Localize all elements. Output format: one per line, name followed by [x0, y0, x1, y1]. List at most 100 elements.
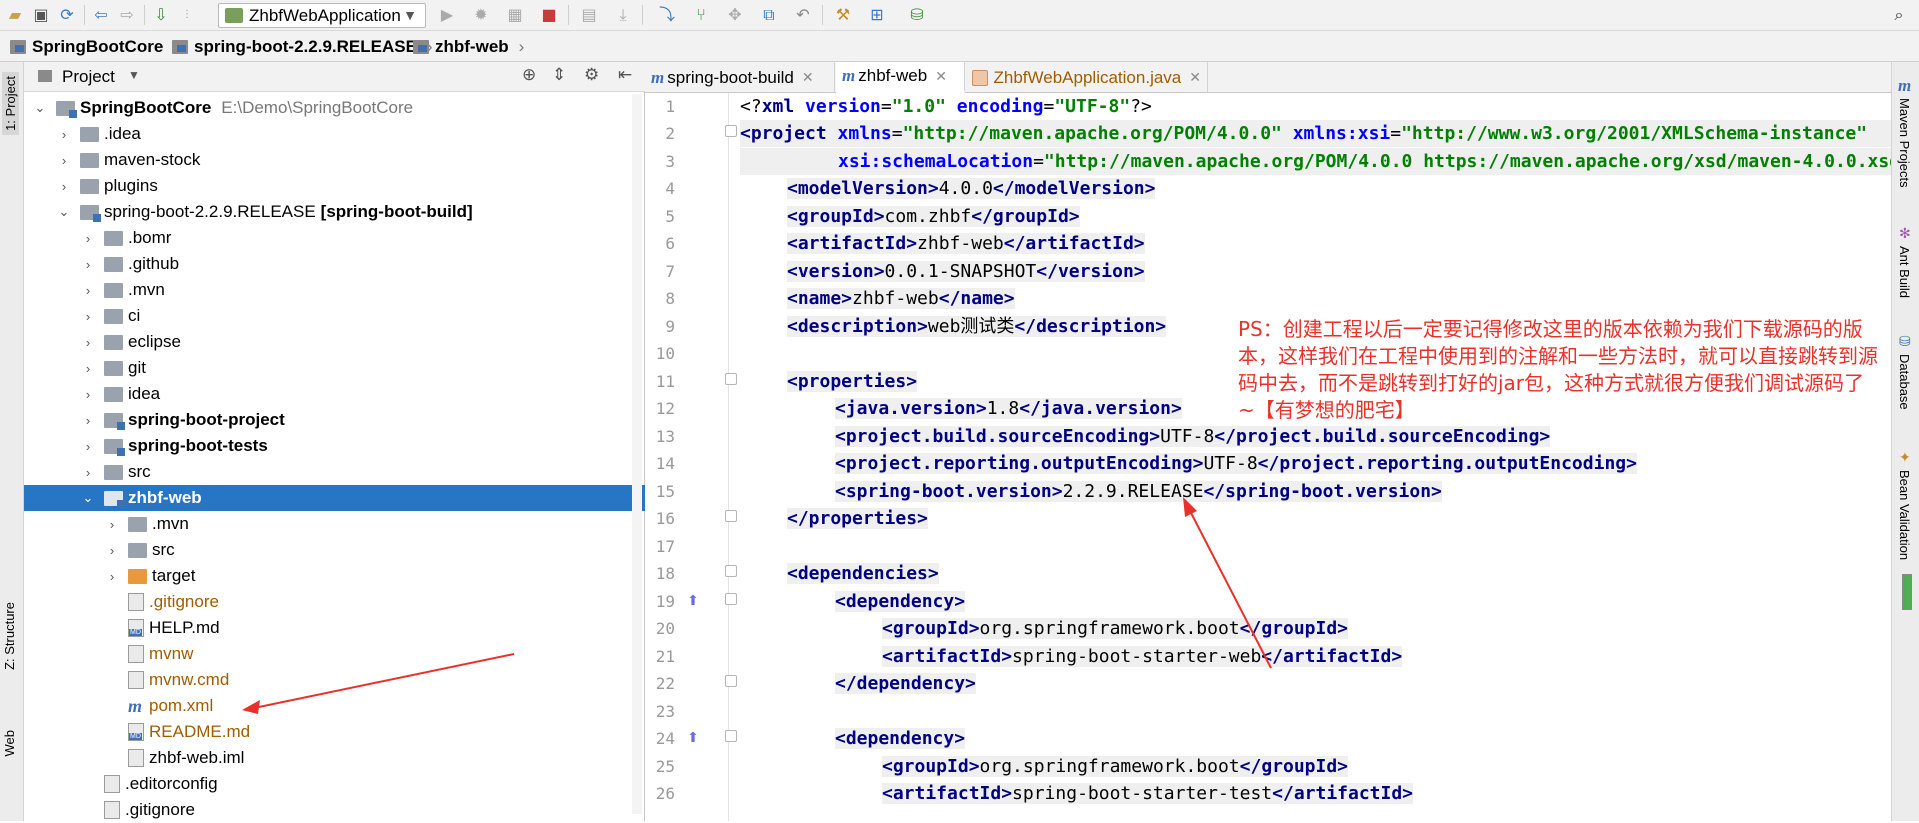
tree-item[interactable]: ⌄ spring-boot-2.2.9.RELEASE [spring-boot…: [24, 199, 645, 225]
tree-item[interactable]: › src: [24, 459, 645, 485]
revert-icon[interactable]: ↶: [792, 4, 814, 26]
memory-indicator[interactable]: [1902, 574, 1912, 610]
tree-item[interactable]: HELP.md: [24, 615, 645, 641]
bean-validation-tool-button[interactable]: Bean Validation: [1897, 470, 1912, 560]
forward-icon[interactable]: ⇨: [116, 4, 138, 26]
deploy-icon[interactable]: ⤓: [612, 4, 634, 26]
fold-marker-icon[interactable]: [725, 510, 737, 522]
chevron-right-icon[interactable]: ›: [80, 335, 96, 350]
open-folder-icon[interactable]: ▰: [4, 4, 26, 26]
chevron-right-icon[interactable]: ›: [56, 127, 72, 142]
tree-item[interactable]: .editorconfig: [24, 771, 645, 797]
chevron-right-icon[interactable]: ›: [80, 387, 96, 402]
database-tool-button[interactable]: Database: [1897, 354, 1912, 410]
ant-build-tool-button[interactable]: Ant Build: [1897, 246, 1912, 298]
view-dropdown-icon[interactable]: ▼: [128, 68, 140, 82]
run-configuration-select[interactable]: ZhbfWebApplication ▼: [218, 3, 426, 28]
tree-item[interactable]: README.md: [24, 719, 645, 745]
chevron-down-icon[interactable]: ⌄: [80, 490, 96, 506]
structure-tool-button[interactable]: Z: Structure: [2, 602, 17, 670]
tree-item[interactable]: .gitignore: [24, 589, 645, 615]
project-panel-title[interactable]: Project: [62, 67, 115, 87]
tree-item[interactable]: › maven-stock: [24, 147, 645, 173]
fold-marker-icon[interactable]: [725, 593, 737, 605]
tree-item[interactable]: › idea: [24, 381, 645, 407]
gear-icon[interactable]: ⚙: [584, 65, 599, 85]
fold-marker-icon[interactable]: [725, 675, 737, 687]
tree-item[interactable]: › spring-boot-tests: [24, 433, 645, 459]
maven-projects-tool-button[interactable]: Maven Projects: [1897, 98, 1912, 188]
tree-item[interactable]: › plugins: [24, 173, 645, 199]
chevron-right-icon[interactable]: ›: [80, 361, 96, 376]
vcs-compare-icon[interactable]: ✥: [724, 4, 746, 26]
chevron-right-icon[interactable]: ›: [104, 517, 120, 532]
sdk-icon[interactable]: ⛁: [906, 4, 928, 26]
vcs-history-icon[interactable]: ⧉: [758, 4, 780, 26]
chevron-right-icon[interactable]: ›: [80, 257, 96, 272]
build-icon[interactable]: ⇩: [150, 4, 172, 26]
fold-marker-icon[interactable]: [725, 730, 737, 742]
breadcrumb-item[interactable]: spring-boot-2.2.9.RELEASE ›: [172, 37, 433, 57]
chevron-right-icon[interactable]: ›: [56, 153, 72, 168]
chevron-right-icon[interactable]: ›: [80, 465, 96, 480]
close-icon[interactable]: ✕: [1189, 69, 1201, 86]
tree-item[interactable]: › .github: [24, 251, 645, 277]
make-icon[interactable]: ▤: [578, 4, 600, 26]
fold-marker-icon[interactable]: [725, 373, 737, 385]
breadcrumb-item[interactable]: zhbf-web ›: [413, 37, 524, 57]
collapse-all-icon[interactable]: ⇕: [552, 65, 566, 85]
tab-zhbf-web-application[interactable]: ZhbfWebApplication.java ✕: [966, 62, 1208, 93]
fold-marker-icon[interactable]: [725, 125, 737, 137]
chevron-right-icon[interactable]: ›: [80, 439, 96, 454]
tree-item[interactable]: › eclipse: [24, 329, 645, 355]
tree-item[interactable]: › git: [24, 355, 645, 381]
run-icon[interactable]: ▶: [436, 4, 458, 26]
chevron-right-icon[interactable]: ›: [104, 543, 120, 558]
chevron-right-icon[interactable]: ›: [80, 283, 96, 298]
tree-item[interactable]: zhbf-web.iml: [24, 745, 645, 771]
chevron-down-icon[interactable]: ⌄: [32, 100, 48, 116]
sort-icon[interactable]: ⋮: [176, 4, 198, 26]
chevron-right-icon[interactable]: ›: [80, 309, 96, 324]
stop-icon[interactable]: ■: [538, 4, 560, 26]
hide-panel-icon[interactable]: ⇤: [618, 65, 632, 85]
code-editor[interactable]: 1 2 3 4 5 6 7 8 9 10 11 12 13 14 15 16 1…: [645, 93, 1891, 821]
tree-item[interactable]: › .mvn: [24, 511, 645, 537]
chevron-right-icon[interactable]: ›: [104, 569, 120, 584]
fold-marker-icon[interactable]: [725, 565, 737, 577]
tree-item[interactable]: › .bomr: [24, 225, 645, 251]
tree-item-selected[interactable]: ⌄ zhbf-web: [24, 485, 645, 511]
close-icon[interactable]: ✕: [935, 68, 947, 85]
project-tool-button[interactable]: 1: Project: [2, 72, 19, 135]
project-structure-icon[interactable]: ⊞: [866, 4, 888, 26]
tree-item[interactable]: › .idea: [24, 121, 645, 147]
vcs-commit-icon[interactable]: ⑂: [690, 4, 712, 26]
tree-item[interactable]: ⌄ SpringBootCore E:\Demo\SpringBootCore: [24, 95, 645, 121]
settings-icon[interactable]: ⚒: [832, 4, 854, 26]
web-tool-button[interactable]: Web: [2, 730, 17, 757]
chevron-down-icon[interactable]: ⌄: [56, 204, 72, 220]
tree-item[interactable]: › src: [24, 537, 645, 563]
chevron-right-icon[interactable]: ›: [80, 231, 96, 246]
tab-spring-boot-build[interactable]: m spring-boot-build ✕: [645, 62, 835, 93]
override-marker-icon[interactable]: ⬆: [687, 593, 699, 609]
debug-icon[interactable]: ✹: [470, 4, 492, 26]
scrollbar[interactable]: [632, 94, 642, 814]
breadcrumb-item[interactable]: SpringBootCore ›: [10, 37, 179, 57]
tree-item[interactable]: › target: [24, 563, 645, 589]
save-icon[interactable]: ▣: [30, 4, 52, 26]
tree-item[interactable]: .gitignore: [24, 797, 645, 823]
override-marker-icon[interactable]: ⬆: [687, 730, 699, 746]
tree-item[interactable]: › ci: [24, 303, 645, 329]
locate-icon[interactable]: ⊕: [522, 65, 536, 85]
tab-zhbf-web[interactable]: m zhbf-web ✕: [836, 62, 965, 93]
coverage-icon[interactable]: ▦: [504, 4, 526, 26]
chevron-right-icon[interactable]: ›: [56, 179, 72, 194]
tree-item[interactable]: › .mvn: [24, 277, 645, 303]
sync-icon[interactable]: ⟳: [56, 4, 78, 26]
vcs-update-icon[interactable]: ⤵: [656, 4, 678, 26]
close-icon[interactable]: ✕: [802, 69, 814, 86]
search-icon[interactable]: ⌕: [1888, 4, 1910, 26]
tree-item[interactable]: › spring-boot-project: [24, 407, 645, 433]
chevron-right-icon[interactable]: ›: [80, 413, 96, 428]
